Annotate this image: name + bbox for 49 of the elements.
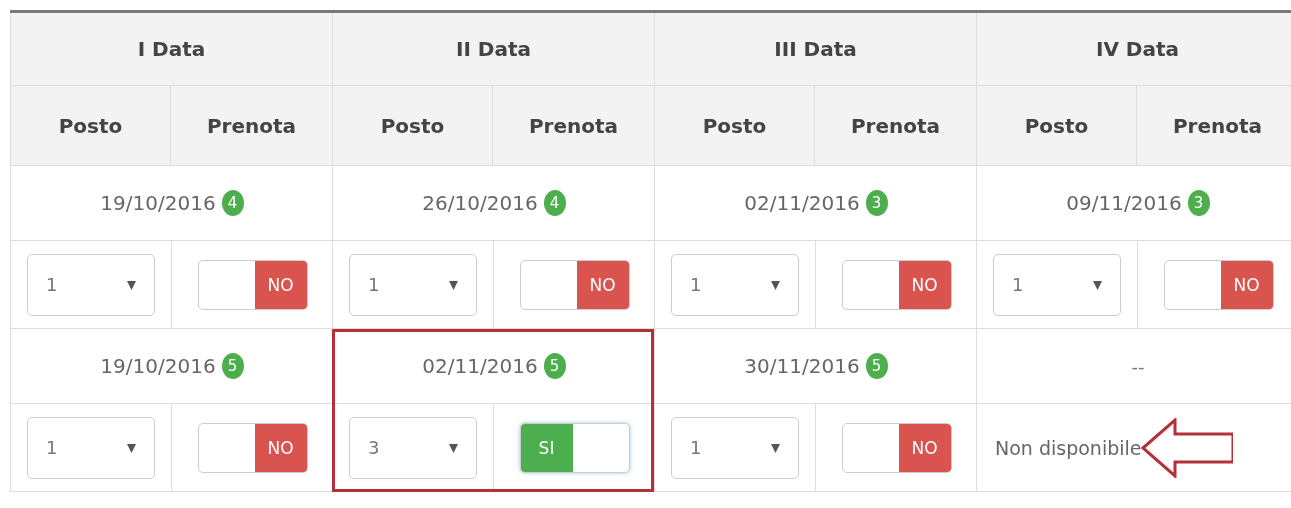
count-badge: 4 bbox=[543, 190, 566, 216]
booking-toggle[interactable]: NO bbox=[1163, 259, 1274, 310]
column-header: Posto bbox=[332, 86, 492, 166]
booking-toggle[interactable]: NO bbox=[841, 259, 952, 310]
column-header: Posto bbox=[976, 86, 1136, 166]
count-badge: 5 bbox=[865, 353, 888, 379]
column-group-header: II Data bbox=[332, 13, 654, 86]
caret-icon bbox=[771, 442, 780, 453]
count-badge: 3 bbox=[1187, 190, 1210, 216]
column-header: Prenota bbox=[492, 86, 654, 166]
seat-select[interactable]: 1 bbox=[27, 253, 155, 316]
column-group-header: I Data bbox=[10, 13, 332, 86]
column-header: Prenota bbox=[1136, 86, 1291, 166]
booking-toggle[interactable]: NO bbox=[841, 422, 952, 473]
date-text: 26/10/2016 bbox=[422, 191, 538, 215]
date-text: 19/10/2016 bbox=[100, 354, 216, 378]
booking-toggle[interactable]: NO bbox=[519, 259, 630, 310]
seat-select[interactable]: 1 bbox=[349, 253, 477, 316]
date-text: 30/11/2016 bbox=[744, 354, 860, 378]
date-text: 09/11/2016 bbox=[1066, 191, 1182, 215]
seat-select[interactable]: 1 bbox=[671, 253, 799, 316]
empty-date-text: -- bbox=[1131, 355, 1145, 377]
column-header: Posto bbox=[10, 86, 170, 166]
caret-icon bbox=[127, 279, 136, 290]
column-group-header: III Data bbox=[654, 13, 976, 86]
booking-toggle[interactable]: NO bbox=[197, 259, 308, 310]
booking-toggle[interactable]: SI bbox=[519, 422, 630, 473]
count-badge: 5 bbox=[543, 353, 566, 379]
seat-select[interactable]: 3 bbox=[349, 416, 477, 479]
caret-icon bbox=[449, 279, 458, 290]
column-header: Posto bbox=[654, 86, 814, 166]
column-group-header: IV Data bbox=[976, 13, 1291, 86]
seat-select[interactable]: 1 bbox=[993, 253, 1121, 316]
column-header: Prenota bbox=[170, 86, 332, 166]
caret-icon bbox=[771, 279, 780, 290]
unavailable-text: Non disponibile bbox=[995, 436, 1142, 459]
caret-icon bbox=[1093, 279, 1102, 290]
caret-icon bbox=[449, 442, 458, 453]
column-header: Prenota bbox=[814, 86, 976, 166]
date-text: 02/11/2016 bbox=[744, 191, 860, 215]
count-badge: 5 bbox=[221, 353, 244, 379]
date-text: 02/11/2016 bbox=[422, 354, 538, 378]
count-badge: 3 bbox=[865, 190, 888, 216]
count-badge: 4 bbox=[221, 190, 244, 216]
seat-select[interactable]: 1 bbox=[27, 416, 155, 479]
seat-select[interactable]: 1 bbox=[671, 416, 799, 479]
date-text: 19/10/2016 bbox=[100, 191, 216, 215]
booking-toggle[interactable]: NO bbox=[197, 422, 308, 473]
caret-icon bbox=[127, 442, 136, 453]
